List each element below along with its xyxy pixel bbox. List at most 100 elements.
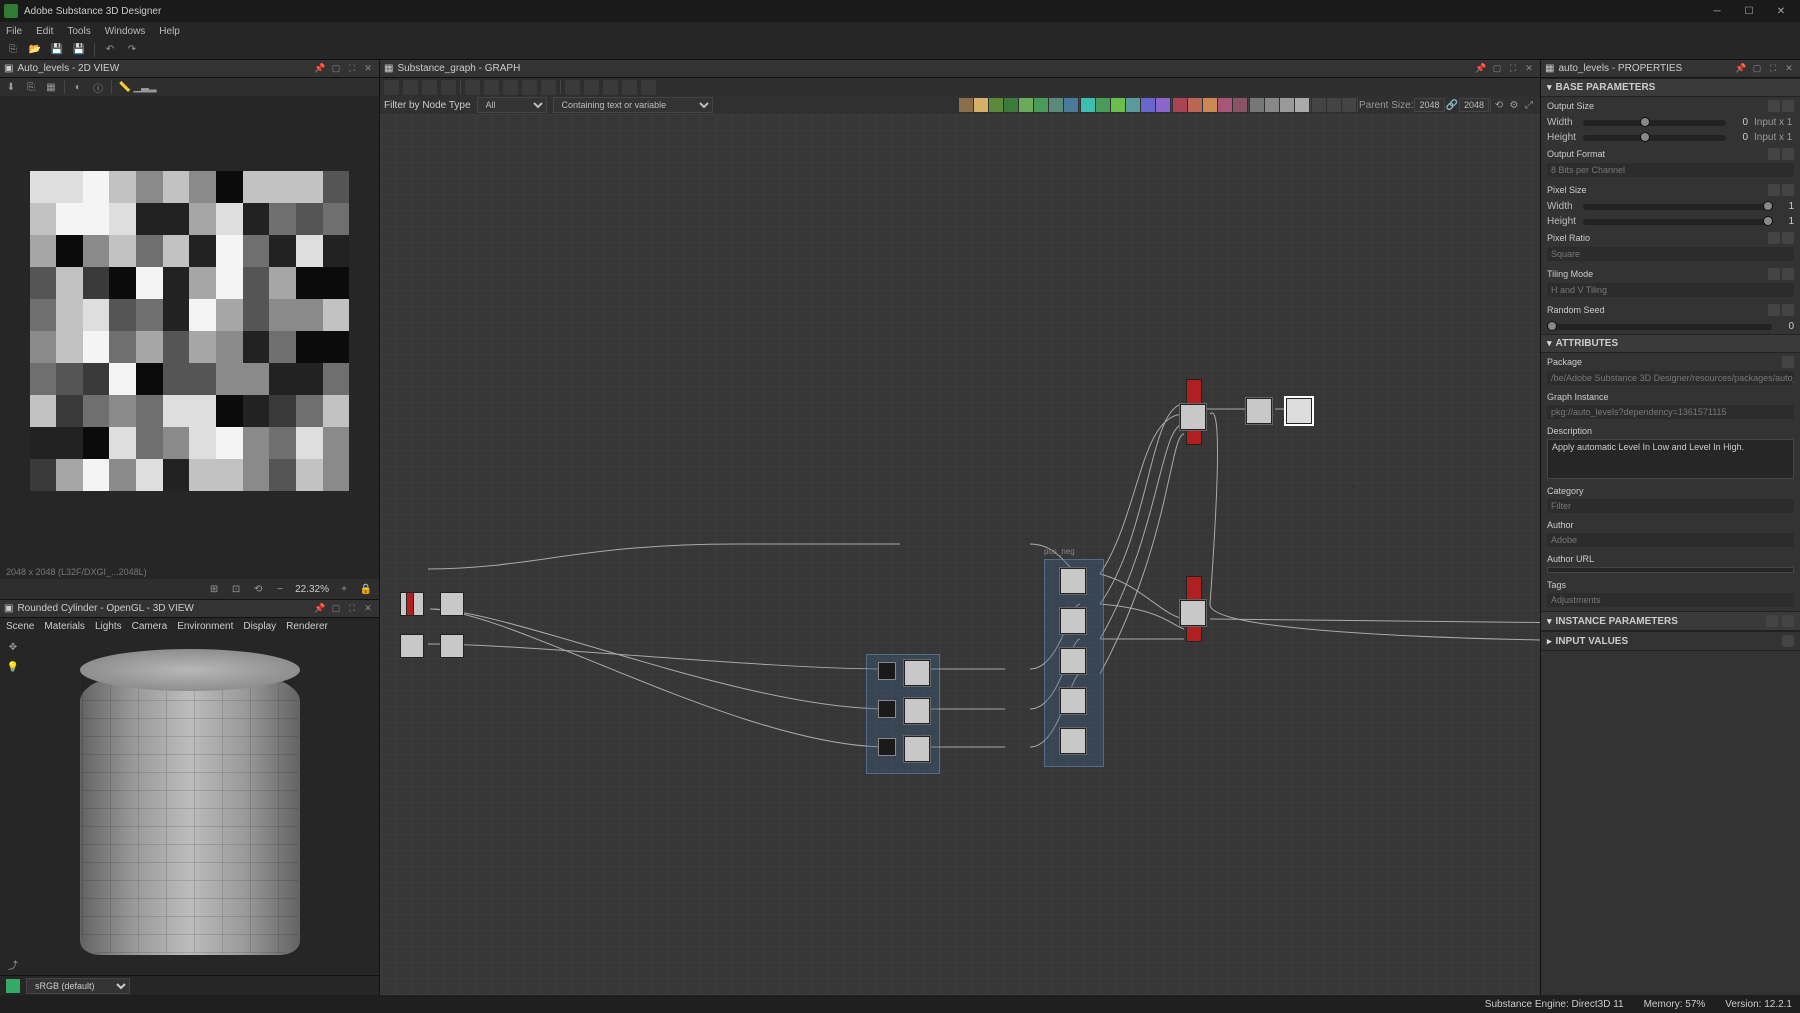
value4-node-icon[interactable] <box>1295 98 1309 112</box>
filter-node-2[interactable] <box>904 698 930 724</box>
inherit-icon[interactable] <box>1768 148 1780 160</box>
value2-node-icon[interactable] <box>1265 98 1279 112</box>
reset-icon[interactable] <box>1782 304 1794 316</box>
mask-icon[interactable]: ◐ <box>71 80 85 94</box>
options-icon[interactable]: ⚙ <box>1507 98 1521 112</box>
sharpen-node-icon[interactable] <box>1096 98 1110 112</box>
small-node-1[interactable] <box>878 662 896 680</box>
instance-params-header[interactable]: ▾ INSTANCE PARAMETERS <box>1541 611 1800 631</box>
zoom-out-icon[interactable]: − <box>273 582 287 596</box>
small-node-2[interactable] <box>878 700 896 718</box>
reset-icon[interactable] <box>1782 100 1794 112</box>
lock-icon[interactable]: 🔒 <box>359 582 373 596</box>
filter-node-3[interactable] <box>904 736 930 762</box>
channels-node-icon[interactable] <box>989 98 1003 112</box>
pos-node-4[interactable] <box>1060 688 1086 714</box>
inherit-icon[interactable] <box>1768 268 1780 280</box>
dock-button[interactable]: ▢ <box>1750 62 1764 76</box>
menu-display[interactable]: Display <box>243 621 276 632</box>
output-node-icon[interactable] <box>1173 98 1187 112</box>
reset-icon[interactable]: ⟲ <box>251 582 265 596</box>
layout-icon[interactable] <box>541 80 556 95</box>
parent-width[interactable]: 2048 <box>1414 98 1444 112</box>
author-url-value[interactable] <box>1547 567 1794 573</box>
grid-icon[interactable]: ⊞ <box>207 582 221 596</box>
filter-node-1[interactable] <box>904 660 930 686</box>
distribute-icon[interactable] <box>522 80 537 95</box>
output-node-1[interactable] <box>1180 404 1206 430</box>
histogram-icon[interactable]: ▁▃▂ <box>138 80 152 94</box>
pos-node-2[interactable] <box>1060 608 1086 634</box>
svg-node-icon[interactable] <box>1156 98 1170 112</box>
new-icon[interactable]: ⎘ <box>6 43 20 57</box>
base-params-header[interactable]: ▾ BASE PARAMETERS <box>1541 78 1800 97</box>
close-button[interactable]: ✕ <box>1766 2 1796 20</box>
blend-node-icon[interactable] <box>974 98 988 112</box>
curve-node-icon[interactable] <box>1004 98 1018 112</box>
ruler-icon[interactable]: 📏 <box>118 80 132 94</box>
inherit-icon[interactable] <box>1768 232 1780 244</box>
select-icon[interactable]: ▦ <box>44 80 58 94</box>
small-node-3[interactable] <box>878 738 896 756</box>
instance-opt2-icon[interactable] <box>1782 615 1794 627</box>
hsl-node-icon[interactable] <box>1049 98 1063 112</box>
view2d-canvas[interactable] <box>0 96 379 565</box>
pin-button[interactable]: 📌 <box>1474 62 1488 76</box>
expand-icon[interactable]: ⤢ <box>1522 98 1536 112</box>
close-panel-button[interactable]: ✕ <box>1782 62 1796 76</box>
dock-button[interactable]: ▢ <box>1490 62 1504 76</box>
reset-icon[interactable] <box>1782 184 1794 196</box>
maximize-panel-button[interactable]: ⛶ <box>1766 62 1780 76</box>
attributes-header[interactable]: ▾ ATTRIBUTES <box>1541 334 1800 353</box>
value-node-icon[interactable] <box>1250 98 1264 112</box>
maximize-button[interactable]: ☐ <box>1734 2 1764 20</box>
fit-icon[interactable]: ⊡ <box>229 582 243 596</box>
maximize-panel-button[interactable]: ⛶ <box>1506 62 1520 76</box>
dock-button[interactable]: ▢ <box>329 62 343 76</box>
pixel-node-icon[interactable] <box>1233 98 1247 112</box>
move-gizmo-icon[interactable]: ✥ <box>6 640 20 654</box>
pointer-icon[interactable] <box>403 80 418 95</box>
save-all-icon[interactable]: 💾 <box>72 43 86 57</box>
instance-opt1-icon[interactable] <box>1766 615 1778 627</box>
preview-node[interactable] <box>1286 398 1312 424</box>
menu-windows[interactable]: Windows <box>105 26 146 37</box>
input-node-2[interactable] <box>440 592 464 616</box>
menu-file[interactable]: File <box>6 26 22 37</box>
home-icon[interactable] <box>384 80 399 95</box>
gradient-node-icon[interactable] <box>1019 98 1033 112</box>
maximize-panel-button[interactable]: ⛶ <box>345 62 359 76</box>
pos-node-1[interactable] <box>1060 568 1086 594</box>
pos-node-3[interactable] <box>1060 648 1086 674</box>
output-node-2[interactable] <box>1180 600 1206 626</box>
colorspace-select[interactable]: sRGB (default) <box>26 978 130 994</box>
parent-height[interactable]: 2048 <box>1459 98 1489 112</box>
grayscale-node-icon[interactable] <box>1034 98 1048 112</box>
material-icon[interactable] <box>565 80 580 95</box>
maximize-panel-button[interactable]: ⛶ <box>345 602 359 616</box>
width-slider[interactable] <box>1583 120 1726 126</box>
transform-node-icon[interactable] <box>1111 98 1125 112</box>
open-icon[interactable]: 📂 <box>28 43 42 57</box>
menu-scene[interactable]: Scene <box>6 621 34 632</box>
close-panel-button[interactable]: ✕ <box>361 62 375 76</box>
info-icon[interactable]: ⓘ <box>91 80 105 94</box>
reset-icon[interactable] <box>1782 232 1794 244</box>
bitmap-node-icon[interactable] <box>1218 98 1232 112</box>
link-mode2-icon[interactable] <box>1327 98 1341 112</box>
ps-height-slider[interactable] <box>1583 219 1772 225</box>
align-h-icon[interactable] <box>484 80 499 95</box>
menu-lights[interactable]: Lights <box>95 621 122 632</box>
link-icon[interactable] <box>465 80 480 95</box>
expose-icon[interactable] <box>603 80 618 95</box>
input-node-icon[interactable] <box>1188 98 1202 112</box>
browse-icon[interactable] <box>1782 356 1794 368</box>
seed-slider[interactable] <box>1547 324 1772 330</box>
undo-icon[interactable]: ↶ <box>103 43 117 57</box>
reset-values-icon[interactable] <box>1782 635 1794 647</box>
view3d-canvas[interactable]: ✥ 💡 ⤴ <box>0 634 379 975</box>
input-values-header[interactable]: ▸ INPUT VALUES <box>1541 631 1800 651</box>
value3-node-icon[interactable] <box>1280 98 1294 112</box>
graph-canvas[interactable]: pos_neg ➤ <box>380 114 1540 995</box>
menu-edit[interactable]: Edit <box>36 26 53 37</box>
